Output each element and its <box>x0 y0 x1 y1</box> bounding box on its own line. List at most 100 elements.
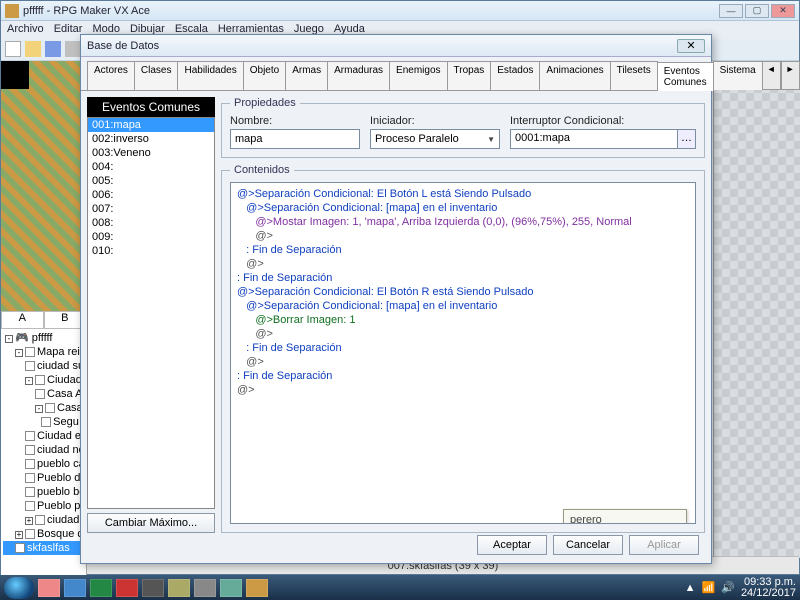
event-command[interactable]: @> <box>237 229 689 243</box>
menu-editar[interactable]: Editar <box>54 23 83 37</box>
taskbar-app-icon[interactable] <box>142 579 164 597</box>
tree-item[interactable]: Casa A- <box>3 387 84 401</box>
tab-habilidades[interactable]: Habilidades <box>177 61 243 90</box>
name-input[interactable] <box>230 129 360 149</box>
new-icon[interactable] <box>5 41 21 57</box>
tab-tropas[interactable]: Tropas <box>447 61 492 90</box>
event-command[interactable]: @>Mostar Imagen: 1, 'mapa', Arriba Izqui… <box>237 215 689 229</box>
list-item[interactable]: 010: <box>88 244 214 258</box>
tileset-palette[interactable] <box>1 61 87 311</box>
event-command[interactable]: : Fin de Separación <box>237 341 689 355</box>
network-icon[interactable]: 📶 <box>702 581 716 594</box>
ok-button[interactable]: Aceptar <box>477 535 547 555</box>
save-icon[interactable] <box>45 41 61 57</box>
tab-scroll-left[interactable]: ◄ <box>762 61 781 90</box>
tree-root[interactable]: -🎮 pfffff <box>3 331 84 345</box>
dialog-close-button[interactable]: ✕ <box>677 39 705 53</box>
list-item[interactable]: 002:inverso <box>88 132 214 146</box>
tab-scroll-right[interactable]: ► <box>781 61 800 90</box>
tree-item[interactable]: ciudad no <box>3 443 84 457</box>
event-command[interactable]: @> <box>237 327 689 341</box>
taskbar-app-icon[interactable] <box>246 579 268 597</box>
menu-archivo[interactable]: Archivo <box>7 23 44 37</box>
tab-armas[interactable]: Armas <box>285 61 328 90</box>
tree-item[interactable]: +ciudad cer <box>3 513 84 527</box>
event-command[interactable]: @> <box>237 383 689 397</box>
cut-icon[interactable] <box>65 41 81 57</box>
event-command[interactable]: : Fin de Separación <box>237 243 689 257</box>
tree-item[interactable]: -Mapa reino i <box>3 345 84 359</box>
tab-sistema[interactable]: Sistema <box>713 61 763 90</box>
list-item[interactable]: 006: <box>88 188 214 202</box>
list-item[interactable]: 004: <box>88 160 214 174</box>
app-titlebar[interactable]: pfffff - RPG Maker VX Ace — ▢ ✕ <box>1 1 799 21</box>
event-command[interactable]: @>Separación Condicional: El Botón R est… <box>237 285 689 299</box>
taskbar-app-icon[interactable] <box>64 579 86 597</box>
list-item[interactable]: 001:mapa <box>88 118 214 132</box>
tab-eventos-comunes[interactable]: Eventos Comunes <box>657 62 714 91</box>
tab-animaciones[interactable]: Animaciones <box>539 61 610 90</box>
switch-browse-button[interactable]: … <box>678 129 696 149</box>
tab-objeto[interactable]: Objeto <box>243 61 286 90</box>
taskbar-clock[interactable]: 09:33 p.m. 24/12/2017 <box>741 577 796 599</box>
event-command[interactable]: @> <box>237 355 689 369</box>
tree-item[interactable]: pueblo bo <box>3 485 84 499</box>
app-icon <box>5 4 19 18</box>
tree-item[interactable]: Pueblo de <box>3 471 84 485</box>
tab-actores[interactable]: Actores <box>87 61 135 90</box>
tree-item[interactable]: +Bosque ci <box>3 527 84 541</box>
tree-item[interactable]: Pueblo pe <box>3 499 84 513</box>
taskbar-app-icon[interactable] <box>38 579 60 597</box>
volume-icon[interactable]: 🔊 <box>721 581 735 594</box>
taskbar-app-icon[interactable] <box>220 579 242 597</box>
event-commands-box[interactable]: @>Separación Condicional: El Botón L est… <box>230 182 696 524</box>
list-item[interactable]: 008: <box>88 216 214 230</box>
list-item[interactable]: 003:Veneno <box>88 146 214 160</box>
change-max-button[interactable]: Cambiar Máximo... <box>87 513 215 533</box>
taskbar-app-icon[interactable] <box>194 579 216 597</box>
tree-item[interactable]: Ciudad es <box>3 429 84 443</box>
tab-enemigos[interactable]: Enemigos <box>389 61 447 90</box>
event-command[interactable]: @> <box>237 257 689 271</box>
tree-item[interactable]: pueblo ca <box>3 457 84 471</box>
map-canvas[interactable] <box>713 61 800 558</box>
list-item[interactable]: 005: <box>88 174 214 188</box>
event-command[interactable]: : Fin de Separación <box>237 369 689 383</box>
tray-icon[interactable]: ▲ <box>685 582 696 594</box>
event-command[interactable]: @>Separación Condicional: [mapa] en el i… <box>237 299 689 313</box>
dialog-titlebar[interactable]: Base de Datos ✕ <box>81 35 711 57</box>
tree-item[interactable]: ciudad sur <box>3 359 84 373</box>
open-icon[interactable] <box>25 41 41 57</box>
tab-clases[interactable]: Clases <box>134 61 179 90</box>
list-item[interactable]: 007: <box>88 202 214 216</box>
start-button[interactable] <box>4 577 34 599</box>
apply-button[interactable]: Aplicar <box>629 535 699 555</box>
taskbar-app-icon[interactable] <box>168 579 190 597</box>
map-tree[interactable]: -🎮 pfffff -Mapa reino i ciudad sur -Ciud… <box>1 329 86 559</box>
tree-item[interactable]: Segu <box>3 415 84 429</box>
tree-item[interactable]: -Ciudad oe <box>3 373 84 387</box>
chevron-down-icon: ▼ <box>487 135 495 144</box>
taskbar-app-icon[interactable] <box>90 579 112 597</box>
event-command[interactable]: @>Borrar Imagen: 1 <box>237 313 689 327</box>
tab-armaduras[interactable]: Armaduras <box>327 61 390 90</box>
tileset-selection[interactable] <box>1 61 29 89</box>
maximize-button[interactable]: ▢ <box>745 4 769 18</box>
tab-estados[interactable]: Estados <box>490 61 540 90</box>
tree-item[interactable]: -Casa de <box>3 401 84 415</box>
trigger-select[interactable]: Proceso Paralelo▼ <box>370 129 500 149</box>
close-button[interactable]: ✕ <box>771 4 795 18</box>
list-item[interactable]: 009: <box>88 230 214 244</box>
taskbar-app-icon[interactable] <box>116 579 138 597</box>
event-command[interactable]: : Fin de Separación <box>237 271 689 285</box>
minimize-button[interactable]: — <box>719 4 743 18</box>
cancel-button[interactable]: Cancelar <box>553 535 623 555</box>
event-command[interactable]: @>Separación Condicional: [mapa] en el i… <box>237 201 689 215</box>
event-command[interactable]: @>Separación Condicional: El Botón L est… <box>237 187 689 201</box>
tab-tilesets[interactable]: Tilesets <box>610 61 658 90</box>
taskbar: ▲ 📶 🔊 09:33 p.m. 24/12/2017 <box>0 575 800 600</box>
common-event-list[interactable]: 001:mapa 002:inverso 003:Veneno 004: 005… <box>87 117 215 509</box>
layer-tab-a[interactable]: A <box>1 311 44 329</box>
switch-field[interactable]: 0001:mapa <box>510 129 678 149</box>
tree-item-selected[interactable]: skfaslfas <box>3 541 84 555</box>
